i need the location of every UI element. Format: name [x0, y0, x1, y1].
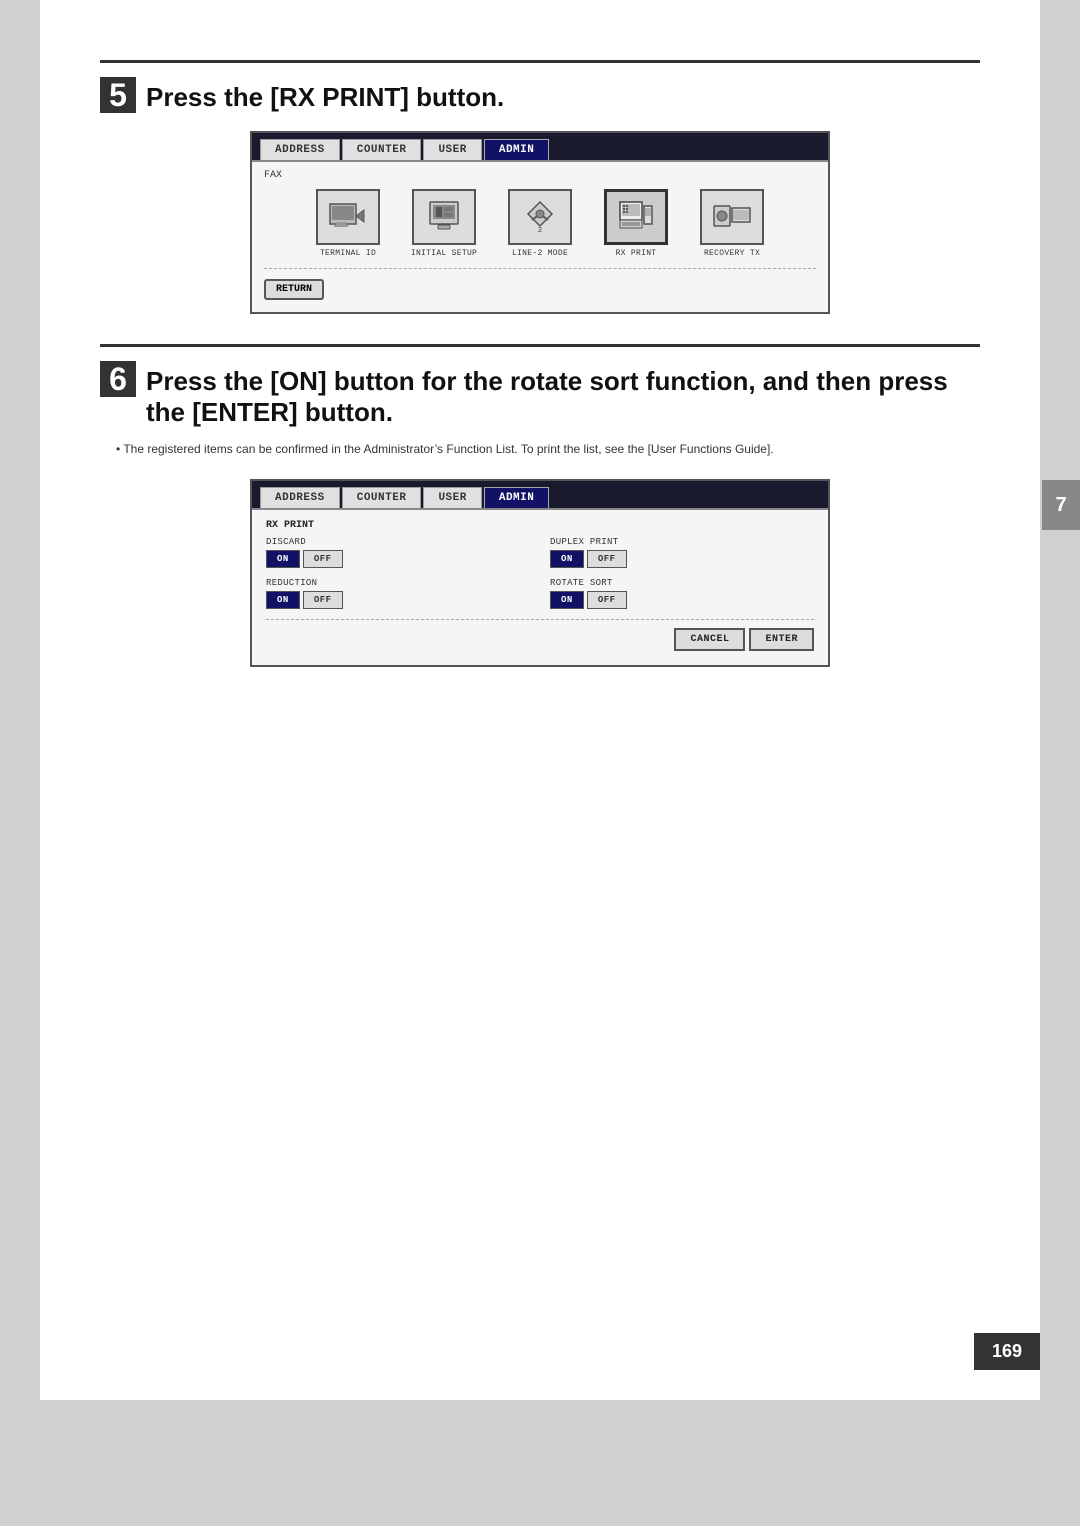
list-item: INITIAL SETUP: [404, 189, 484, 258]
terminal-id-icon-box[interactable]: [316, 189, 380, 245]
rx-print-label: RX PRINT: [616, 249, 657, 258]
rotate-sort-on-button[interactable]: ON: [550, 591, 584, 609]
tab-admin[interactable]: ADMIN: [484, 139, 550, 160]
initial-setup-label: INITIAL SETUP: [411, 249, 477, 258]
cancel-button[interactable]: CANCEL: [674, 628, 745, 651]
terminal-id-icon: [326, 198, 370, 236]
discard-off-button[interactable]: OFF: [303, 550, 343, 568]
reduction-label: REDUCTION: [266, 578, 530, 588]
bottom-buttons: CANCEL ENTER: [266, 619, 814, 651]
rx-print-title: RX PRINT: [266, 520, 814, 531]
reduction-group: REDUCTION ON OFF: [266, 578, 530, 609]
recovery-tx-label: RECOVERY TX: [704, 249, 760, 258]
reduction-off-button[interactable]: OFF: [303, 591, 343, 609]
initial-setup-icon: [422, 198, 466, 236]
terminal-id-label: TERMINAL ID: [320, 249, 376, 258]
line2-mode-icon-box[interactable]: 2: [508, 189, 572, 245]
line2-mode-icon: 2: [518, 198, 562, 236]
step6-bullet: The registered items can be confirmed in…: [116, 440, 980, 459]
rx-print-icon: [614, 198, 658, 236]
step6-tabs: ADDRESS COUNTER USER ADMIN: [252, 481, 828, 508]
reduction-toggle-row: ON OFF: [266, 591, 530, 609]
step5-tabs: ADDRESS COUNTER USER ADMIN: [252, 133, 828, 160]
step6-title: Press the [ON] button for the rotate sor…: [146, 366, 980, 428]
tab2-counter[interactable]: COUNTER: [342, 487, 422, 508]
duplex-toggle-row: ON OFF: [550, 550, 814, 568]
step5-title: Press the [RX PRINT] button.: [146, 82, 504, 113]
step5-icon-grid: TERMINAL ID: [264, 189, 816, 258]
duplex-print-group: DUPLEX PRINT ON OFF: [550, 537, 814, 568]
step5-number: 5: [100, 77, 136, 113]
discard-group: DISCARD ON OFF: [266, 537, 530, 568]
discard-toggle-row: ON OFF: [266, 550, 530, 568]
chapter-tab: 7: [1042, 480, 1080, 530]
duplex-print-label: DUPLEX PRINT: [550, 537, 814, 547]
reduction-on-button[interactable]: ON: [266, 591, 300, 609]
recovery-tx-icon: [710, 198, 754, 236]
step6-screen-body: RX PRINT DISCARD ON OFF DUPLEX PRINT ON …: [252, 508, 828, 665]
rotate-sort-toggle-row: ON OFF: [550, 591, 814, 609]
rotate-sort-group: ROTATE SORT ON OFF: [550, 578, 814, 609]
settings-grid: DISCARD ON OFF DUPLEX PRINT ON OFF: [266, 537, 814, 609]
enter-button[interactable]: ENTER: [749, 628, 814, 651]
rx-print-icon-box[interactable]: [604, 189, 668, 245]
return-button[interactable]: RETURN: [264, 279, 324, 300]
initial-setup-icon-box[interactable]: [412, 189, 476, 245]
step5-screen-body: FAX TERMINAL ID: [252, 160, 828, 312]
tab-address[interactable]: ADDRESS: [260, 139, 340, 160]
step6-header: 6 Press the [ON] button for the rotate s…: [100, 344, 980, 428]
discard-on-button[interactable]: ON: [266, 550, 300, 568]
step5-screen: ADDRESS COUNTER USER ADMIN FAX: [250, 131, 830, 314]
recovery-tx-icon-box[interactable]: [700, 189, 764, 245]
page-number: 169: [974, 1333, 1040, 1370]
step5-header: 5 Press the [RX PRINT] button.: [100, 60, 980, 113]
tab-counter[interactable]: COUNTER: [342, 139, 422, 160]
svg-text:2: 2: [538, 227, 542, 235]
tab2-user[interactable]: USER: [423, 487, 481, 508]
rotate-sort-off-button[interactable]: OFF: [587, 591, 627, 609]
list-item: RECOVERY TX: [692, 189, 772, 258]
step6-number: 6: [100, 361, 136, 397]
step6-screen: ADDRESS COUNTER USER ADMIN RX PRINT DISC…: [250, 479, 830, 667]
discard-label: DISCARD: [266, 537, 530, 547]
tab-user[interactable]: USER: [423, 139, 481, 160]
line2-mode-label: LINE-2 MODE: [512, 249, 568, 258]
rotate-sort-label: ROTATE SORT: [550, 578, 814, 588]
duplex-off-button[interactable]: OFF: [587, 550, 627, 568]
divider: [264, 268, 816, 269]
tab2-admin[interactable]: ADMIN: [484, 487, 550, 508]
duplex-on-button[interactable]: ON: [550, 550, 584, 568]
list-item: RX PRINT: [596, 189, 676, 258]
list-item: TERMINAL ID: [308, 189, 388, 258]
tab2-address[interactable]: ADDRESS: [260, 487, 340, 508]
step5-screen-label: FAX: [264, 170, 816, 181]
list-item: 2 LINE-2 MODE: [500, 189, 580, 258]
